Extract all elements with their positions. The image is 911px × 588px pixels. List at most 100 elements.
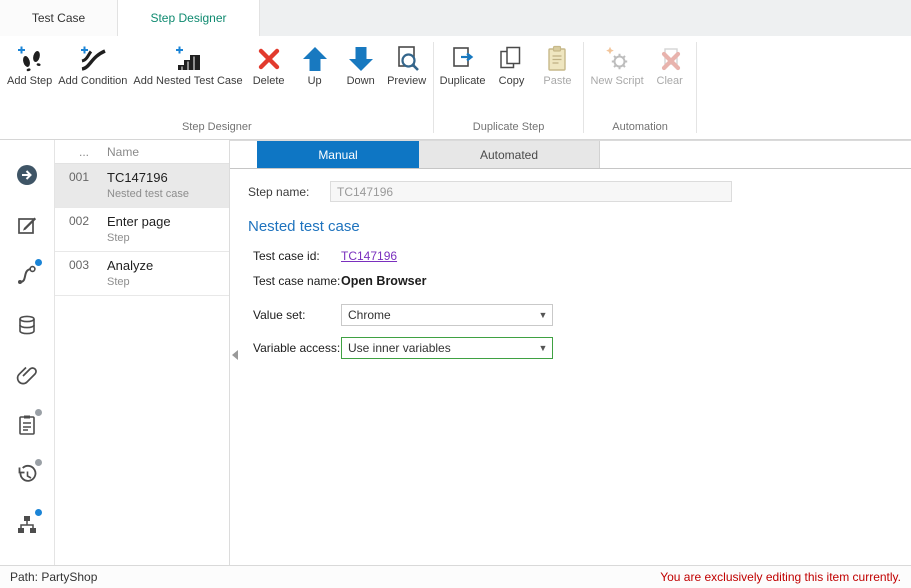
variable-access-selected: Use inner variables: [342, 341, 534, 355]
test-case-name-row: Test case name: Open Browser: [253, 274, 911, 288]
chevron-down-icon: ▼: [534, 343, 552, 353]
step-row-number: 001: [55, 164, 97, 207]
new-script-label: New Script: [590, 75, 643, 88]
paste-icon: [542, 43, 572, 75]
value-set-dropdown[interactable]: Chrome ▼: [341, 304, 553, 326]
add-step-button[interactable]: Add Step: [4, 41, 55, 90]
down-arrow-icon: [346, 43, 376, 75]
ribbon-group-label-automation: Automation: [587, 117, 692, 139]
add-nested-test-case-icon: [173, 43, 203, 75]
add-condition-icon: [78, 43, 108, 75]
tab-automated[interactable]: Automated: [419, 141, 600, 168]
value-set-selected: Chrome: [342, 308, 534, 322]
clear-button: Clear: [647, 41, 693, 90]
add-nested-test-case-label: Add Nested Test Case: [133, 75, 242, 88]
step-row-cell: Enter page Step: [97, 208, 171, 251]
sidebar-item-hierarchy[interactable]: [0, 502, 55, 552]
sidebar-item-steps[interactable]: [0, 252, 55, 302]
variable-access-label: Variable access:: [253, 341, 341, 355]
value-set-label: Value set:: [253, 308, 341, 322]
document-tabbar: Test Case Step Designer: [0, 0, 911, 36]
step-row-type: Nested test case: [107, 188, 189, 200]
left-icon-rail: [0, 140, 55, 565]
tab-step-designer[interactable]: Step Designer: [118, 0, 260, 36]
tab-manual[interactable]: Manual: [257, 141, 419, 168]
ribbon-group-label-step-designer: Step Designer: [4, 117, 430, 139]
step-row-002[interactable]: 002 Enter page Step: [55, 208, 229, 252]
preview-button[interactable]: Preview: [384, 41, 430, 90]
go-arrow-icon: [15, 163, 39, 192]
sidebar-item-edit[interactable]: [0, 202, 55, 252]
panel-collapse-arrow[interactable]: [232, 350, 238, 360]
ribbon-divider: [696, 42, 697, 133]
up-label: Up: [308, 75, 322, 88]
edit-icon: [15, 213, 39, 242]
tab-test-case-label: Test Case: [32, 11, 85, 25]
history-badge: [35, 459, 42, 466]
section-title: Nested test case: [248, 218, 911, 235]
sidebar-item-data[interactable]: [0, 302, 55, 352]
sidebar-item-history[interactable]: [0, 452, 55, 502]
new-script-button: New Script: [587, 41, 646, 90]
value-set-row: Value set: Chrome ▼: [253, 304, 911, 326]
copy-button[interactable]: Copy: [488, 41, 534, 90]
step-row-name: Analyze: [107, 258, 153, 273]
ribbon-group-duplicate-step-buttons: Duplicate Copy: [437, 36, 581, 117]
step-name-input[interactable]: [330, 181, 732, 202]
step-name-row: Step name:: [248, 181, 911, 202]
paste-label: Paste: [543, 75, 571, 88]
test-case-name-label: Test case name:: [253, 274, 341, 288]
tab-manual-label: Manual: [318, 148, 357, 162]
paste-button: Paste: [534, 41, 580, 90]
step-row-type: Step: [107, 232, 171, 244]
hierarchy-badge: [35, 509, 42, 516]
clear-icon: [655, 43, 685, 75]
step-row-cell: TC147196 Nested test case: [97, 164, 189, 207]
clear-label: Clear: [657, 75, 683, 88]
tab-step-designer-label: Step Designer: [150, 11, 226, 25]
step-row-name: Enter page: [107, 214, 171, 229]
checklist-icon: [15, 413, 39, 442]
up-button[interactable]: Up: [292, 41, 338, 90]
steps-list-panel: ... Name 001 TC147196 Nested test case 0…: [55, 140, 230, 565]
add-nested-test-case-button[interactable]: Add Nested Test Case: [130, 41, 245, 90]
sidebar-item-attachments[interactable]: [0, 352, 55, 402]
variable-access-row: Variable access: Use inner variables ▼: [253, 337, 911, 359]
variable-access-dropdown[interactable]: Use inner variables ▼: [341, 337, 553, 359]
step-row-003[interactable]: 003 Analyze Step: [55, 252, 229, 296]
down-label: Down: [347, 75, 375, 88]
steps-badge: [35, 259, 42, 266]
main-area: ... Name 001 TC147196 Nested test case 0…: [0, 140, 911, 565]
steps-list-header: ... Name: [55, 140, 229, 164]
step-row-type: Step: [107, 276, 153, 288]
sidebar-item-checklist[interactable]: [0, 402, 55, 452]
delete-label: Delete: [253, 75, 285, 88]
ribbon-group-automation: New Script Clear Automation: [587, 36, 692, 139]
steps-path-icon: [15, 263, 39, 292]
status-bar: Path: PartyShop You are exclusively edit…: [0, 565, 911, 588]
test-case-id-link[interactable]: TC147196: [341, 249, 397, 263]
tab-test-case[interactable]: Test Case: [0, 0, 118, 36]
add-step-label: Add Step: [7, 75, 52, 88]
duplicate-label: Duplicate: [440, 75, 486, 88]
chevron-down-icon: ▼: [534, 310, 552, 320]
down-button[interactable]: Down: [338, 41, 384, 90]
copy-icon: [496, 43, 526, 75]
add-condition-button[interactable]: Add Condition: [55, 41, 130, 90]
ribbon-group-duplicate-step: Duplicate Copy: [437, 36, 581, 139]
duplicate-button[interactable]: Duplicate: [437, 41, 489, 90]
step-row-number: 002: [55, 208, 97, 251]
sidebar-item-navigate[interactable]: [0, 152, 55, 202]
new-script-icon: [602, 43, 632, 75]
step-row-001[interactable]: 001 TC147196 Nested test case: [55, 164, 229, 208]
ribbon-group-step-designer-buttons: Add Step Add Condition: [4, 36, 430, 117]
up-arrow-icon: [300, 43, 330, 75]
ribbon-divider: [583, 42, 584, 133]
step-detail-panel: Manual Automated Step name: Nested test …: [230, 140, 911, 565]
tab-automated-label: Automated: [480, 148, 538, 162]
copy-label: Copy: [499, 75, 525, 88]
ribbon-group-automation-buttons: New Script Clear: [587, 36, 692, 117]
history-icon: [15, 463, 39, 492]
step-row-name: TC147196: [107, 170, 189, 185]
delete-button[interactable]: Delete: [246, 41, 292, 90]
